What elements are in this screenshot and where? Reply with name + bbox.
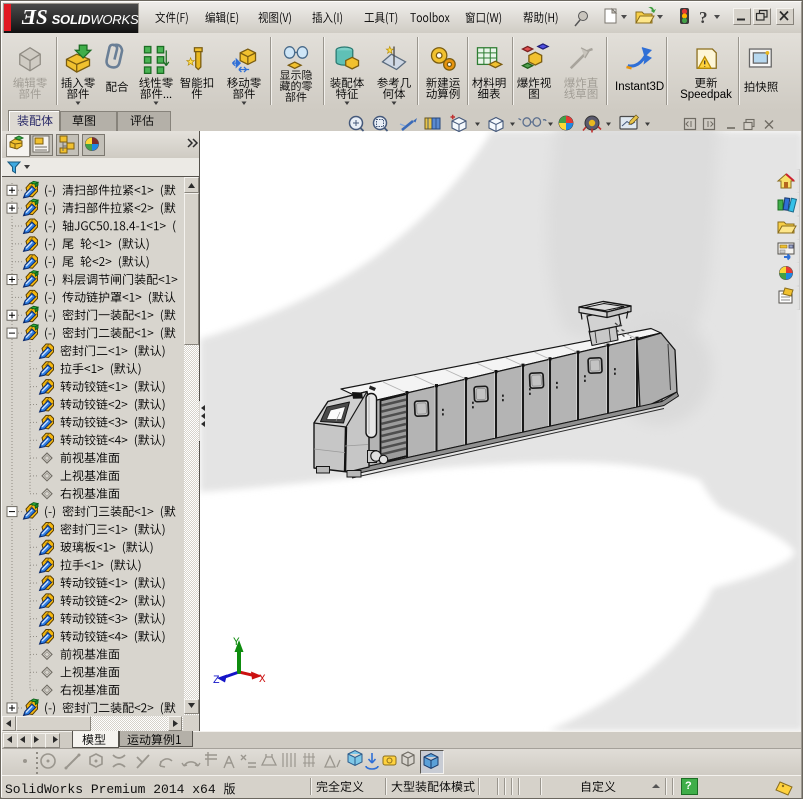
svg-text:Y: Y: [233, 637, 240, 649]
svg-text:?: ?: [699, 8, 708, 27]
svg-text:X: X: [259, 674, 266, 686]
svg-text:Z: Z: [213, 675, 220, 687]
